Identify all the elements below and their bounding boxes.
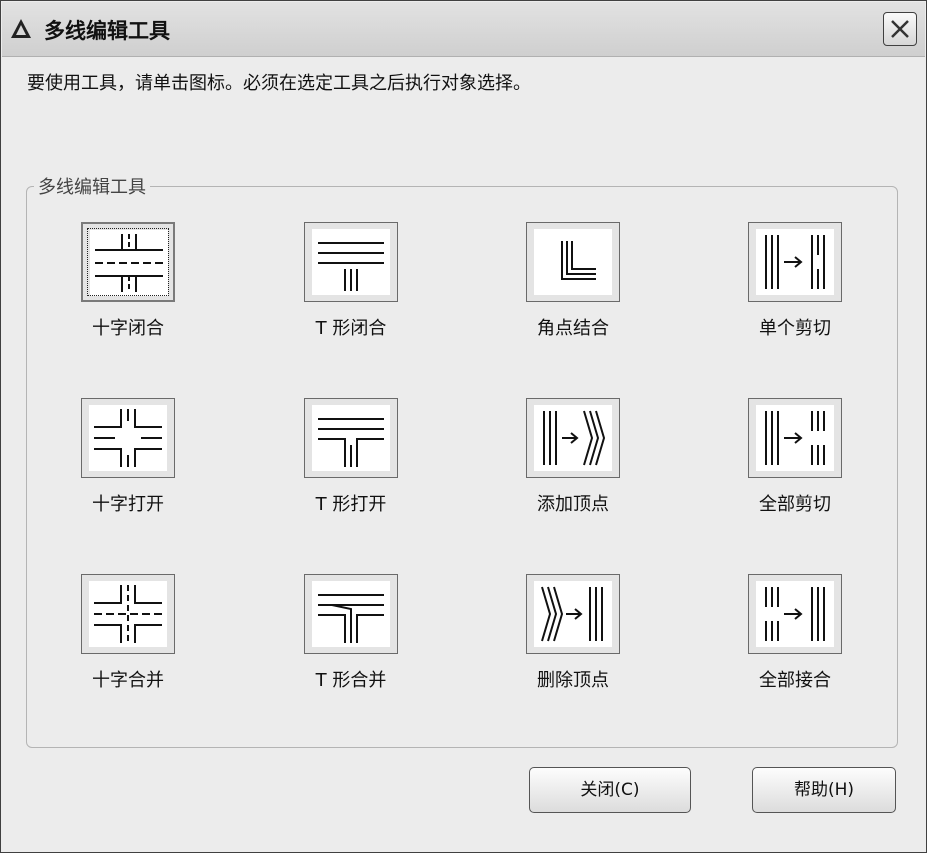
instruction-text: 要使用工具，请单击图标。必须在选定工具之后执行对象选择。 xyxy=(27,73,531,94)
tool-label: 十字打开 xyxy=(92,494,164,515)
tool-cross-merged[interactable]: 十字合并 xyxy=(28,574,228,714)
tool-tee-closed[interactable]: T 形闭合 xyxy=(251,222,451,362)
window-title: 多线编辑工具 xyxy=(44,19,170,43)
tool-label: T 形打开 xyxy=(315,494,387,515)
tool-label: 删除顶点 xyxy=(537,670,609,691)
delete-vertex-icon xyxy=(526,574,620,654)
tee-merged-icon xyxy=(304,574,398,654)
close-button[interactable]: 关闭(C) xyxy=(529,767,691,813)
groupbox-label: 多线编辑工具 xyxy=(34,173,150,199)
tee-open-icon xyxy=(304,398,398,478)
tool-label: 十字合并 xyxy=(92,670,164,691)
tool-cross-open[interactable]: 十字打开 xyxy=(28,398,228,538)
tool-weld-all[interactable]: 全部接合 xyxy=(695,574,895,714)
weld-all-icon xyxy=(748,574,842,654)
tool-label: T 形闭合 xyxy=(315,318,387,339)
tool-tee-merged[interactable]: T 形合并 xyxy=(251,574,451,714)
tool-tee-open[interactable]: T 形打开 xyxy=(251,398,451,538)
cut-all-icon xyxy=(748,398,842,478)
autocad-logo-icon xyxy=(11,19,31,38)
cut-single-icon xyxy=(748,222,842,302)
tool-delete-vertex[interactable]: 删除顶点 xyxy=(473,574,673,714)
corner-joint-icon xyxy=(526,222,620,302)
tool-label: 十字闭合 xyxy=(92,318,164,339)
tool-label: 角点结合 xyxy=(537,318,609,339)
cross-merged-icon xyxy=(81,574,175,654)
tool-label: 全部剪切 xyxy=(759,494,831,515)
mledit-dialog: 多线编辑工具 要使用工具，请单击图标。必须在选定工具之后执行对象选择。 多线编辑… xyxy=(0,0,927,853)
add-vertex-icon xyxy=(526,398,620,478)
help-button[interactable]: 帮助(H) xyxy=(752,767,896,813)
tool-cross-closed[interactable]: 十字闭合 xyxy=(28,222,228,362)
tool-cut-all[interactable]: 全部剪切 xyxy=(695,398,895,538)
tool-corner-joint[interactable]: 角点结合 xyxy=(473,222,673,362)
tool-label: 单个剪切 xyxy=(759,318,831,339)
tool-label: 全部接合 xyxy=(759,670,831,691)
cross-closed-icon xyxy=(81,222,175,302)
cross-open-icon xyxy=(81,398,175,478)
tool-add-vertex[interactable]: 添加顶点 xyxy=(473,398,673,538)
title-bar[interactable]: 多线编辑工具 xyxy=(2,2,925,57)
tool-cut-single[interactable]: 单个剪切 xyxy=(695,222,895,362)
tee-closed-icon xyxy=(304,222,398,302)
tool-label: T 形合并 xyxy=(315,670,387,691)
close-window-button[interactable] xyxy=(883,12,917,46)
close-icon xyxy=(891,20,909,38)
tool-label: 添加顶点 xyxy=(537,494,609,515)
